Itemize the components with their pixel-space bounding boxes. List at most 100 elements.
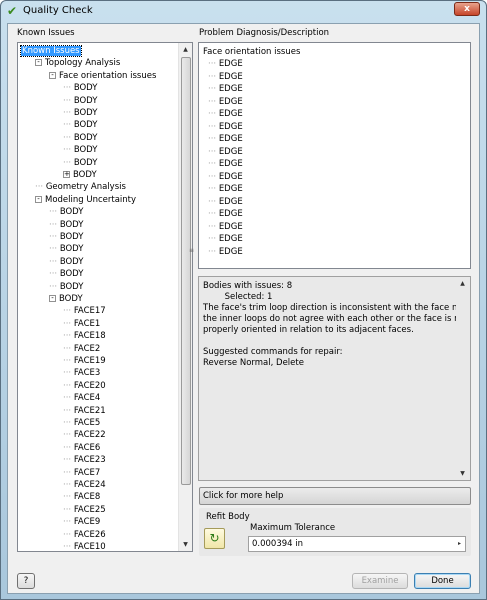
- tree-item[interactable]: ··· FACE18: [63, 330, 106, 342]
- edge-item[interactable]: ··· EDGE: [208, 196, 243, 208]
- edge-item[interactable]: ··· EDGE: [208, 96, 243, 108]
- tree-item[interactable]: ··· FACE5: [63, 417, 100, 429]
- tree-item[interactable]: ··· FACE7: [63, 467, 100, 479]
- tree-item[interactable]: ··· FACE8: [63, 491, 100, 503]
- tree-item[interactable]: ··· BODY: [49, 231, 83, 243]
- max-tolerance-field[interactable]: 0.000394 in ▸: [248, 536, 466, 552]
- tree-connector-icon: ···: [49, 207, 60, 218]
- diagnosis-list[interactable]: Face orientation issues ··· EDGE ··· EDGE…: [198, 42, 471, 269]
- collapse-icon[interactable]: -: [49, 295, 56, 302]
- tree-item[interactable]: Known Issues: [20, 45, 82, 57]
- tree-connector-icon: ···: [63, 83, 74, 94]
- examine-button[interactable]: Examine: [352, 573, 408, 589]
- description-line: Reverse Normal, Delete: [203, 358, 304, 368]
- edge-item[interactable]: ··· EDGE: [208, 171, 243, 183]
- tree-connector-icon: ···: [63, 132, 74, 143]
- more-help-bar[interactable]: Click for more help: [199, 487, 471, 505]
- tree-item[interactable]: ··· FACE3: [63, 367, 100, 379]
- tree-item[interactable]: ··· BODY: [63, 132, 97, 144]
- edge-item[interactable]: ··· EDGE: [208, 233, 243, 245]
- edge-item[interactable]: ··· EDGE: [208, 246, 243, 258]
- tree-item[interactable]: - Face orientation issues: [49, 70, 156, 82]
- tree-item[interactable]: ··· FACE21: [63, 405, 106, 417]
- tree-scrollbar[interactable]: ▲ ▼: [178, 43, 192, 551]
- description-scrollbar[interactable]: ▲ ▼: [456, 277, 470, 480]
- tree-item[interactable]: ··· Geometry Analysis: [35, 181, 126, 193]
- tree-item[interactable]: ··· BODY: [63, 119, 97, 131]
- tree-item[interactable]: ··· BODY: [63, 157, 97, 169]
- tree-item[interactable]: ··· FACE1: [63, 318, 100, 330]
- tree-item[interactable]: ··· BODY: [49, 206, 83, 218]
- edge-label: EDGE: [218, 96, 243, 107]
- tree-item[interactable]: + BODY: [63, 169, 97, 181]
- tree-item[interactable]: ··· BODY: [49, 281, 83, 293]
- tree-item[interactable]: ··· FACE6: [63, 442, 100, 454]
- edge-item[interactable]: ··· EDGE: [208, 83, 243, 95]
- help-button[interactable]: ?: [17, 573, 35, 589]
- tree-item[interactable]: ··· BODY: [63, 95, 97, 107]
- tree-item[interactable]: ··· FACE17: [63, 305, 106, 317]
- tree-item[interactable]: ··· FACE4: [63, 392, 100, 404]
- edge-item[interactable]: ··· EDGE: [208, 158, 243, 170]
- known-issues-tree[interactable]: Known Issues - Topology Analysis - Face orie…: [17, 42, 193, 552]
- edge-item[interactable]: ··· EDGE: [208, 108, 243, 120]
- tree-connector-icon: ···: [49, 256, 60, 267]
- tree-item-label: FACE10: [73, 542, 106, 551]
- collapse-icon[interactable]: -: [35, 195, 42, 203]
- tree-item[interactable]: ··· BODY: [49, 243, 83, 255]
- edge-item[interactable]: ··· EDGE: [208, 208, 243, 220]
- tree-item[interactable]: - BODY: [49, 293, 83, 305]
- tree-item[interactable]: ··· BODY: [63, 107, 97, 119]
- edge-item[interactable]: ··· EDGE: [208, 133, 243, 145]
- tree-item[interactable]: ··· FACE22: [63, 429, 106, 441]
- tree-item[interactable]: ··· FACE25: [63, 504, 106, 516]
- edge-item[interactable]: ··· EDGE: [208, 121, 243, 133]
- tree-item[interactable]: - Topology Analysis: [35, 57, 120, 69]
- splitter-grip-icon[interactable]: ≡: [189, 248, 194, 254]
- edge-item[interactable]: ··· EDGE: [208, 221, 243, 233]
- tree-item[interactable]: ··· BODY: [49, 256, 83, 268]
- tree-connector-icon: ···: [63, 120, 74, 131]
- tree-item-label: FACE19: [73, 356, 106, 366]
- tree-item-label: BODY: [59, 207, 84, 218]
- edge-item[interactable]: ··· EDGE: [208, 71, 243, 83]
- tree-item[interactable]: ··· FACE2: [63, 343, 100, 355]
- tree-connector-icon: ···: [63, 380, 74, 391]
- tree-item[interactable]: ··· BODY: [49, 219, 83, 231]
- chevron-right-icon[interactable]: ▸: [454, 537, 465, 551]
- tree-item[interactable]: ··· FACE20: [63, 380, 106, 392]
- edge-label: EDGE: [218, 146, 243, 157]
- edge-item[interactable]: ··· EDGE: [208, 146, 243, 158]
- edge-item[interactable]: ··· EDGE: [208, 58, 243, 70]
- desc-scroll-up-icon[interactable]: ▲: [456, 277, 469, 290]
- tree-scroll-thumb[interactable]: [181, 57, 191, 485]
- tree-connector-icon: ···: [208, 246, 219, 257]
- tree-item[interactable]: ··· FACE24: [63, 479, 106, 491]
- tree-item[interactable]: ··· FACE23: [63, 454, 106, 466]
- desc-scroll-down-icon[interactable]: ▼: [456, 467, 469, 480]
- tree-item[interactable]: ··· BODY: [49, 268, 83, 280]
- tree-item-label: FACE7: [73, 467, 101, 478]
- scroll-down-icon[interactable]: ▼: [179, 538, 192, 551]
- done-button[interactable]: Done: [414, 573, 471, 589]
- close-button[interactable]: x: [454, 2, 480, 16]
- edge-item[interactable]: ··· EDGE: [208, 183, 243, 195]
- refit-body-button[interactable]: ↻: [204, 528, 225, 549]
- tree-item[interactable]: ··· FACE19: [63, 355, 106, 367]
- tree-item[interactable]: ··· FACE9: [63, 516, 100, 528]
- expand-icon[interactable]: +: [63, 171, 70, 178]
- scroll-up-icon[interactable]: ▲: [179, 43, 192, 56]
- tree-item[interactable]: ··· FACE10: [63, 541, 106, 551]
- tree-item-label: FACE26: [73, 529, 106, 540]
- tree-item-label: FACE6: [73, 442, 101, 453]
- tree-item[interactable]: - Modeling Uncertainty: [35, 194, 136, 206]
- tree-item[interactable]: ··· FACE26: [63, 529, 106, 541]
- collapse-icon[interactable]: -: [49, 71, 56, 79]
- tree-item[interactable]: ··· BODY: [63, 144, 97, 156]
- tree-connector-icon: ···: [63, 157, 74, 168]
- tree-connector-icon: ···: [63, 430, 74, 441]
- tree-connector-icon: ···: [63, 504, 74, 515]
- tree-item[interactable]: ··· BODY: [63, 82, 97, 94]
- tree-item-label: Topology Analysis: [45, 58, 121, 69]
- collapse-icon[interactable]: -: [35, 59, 42, 67]
